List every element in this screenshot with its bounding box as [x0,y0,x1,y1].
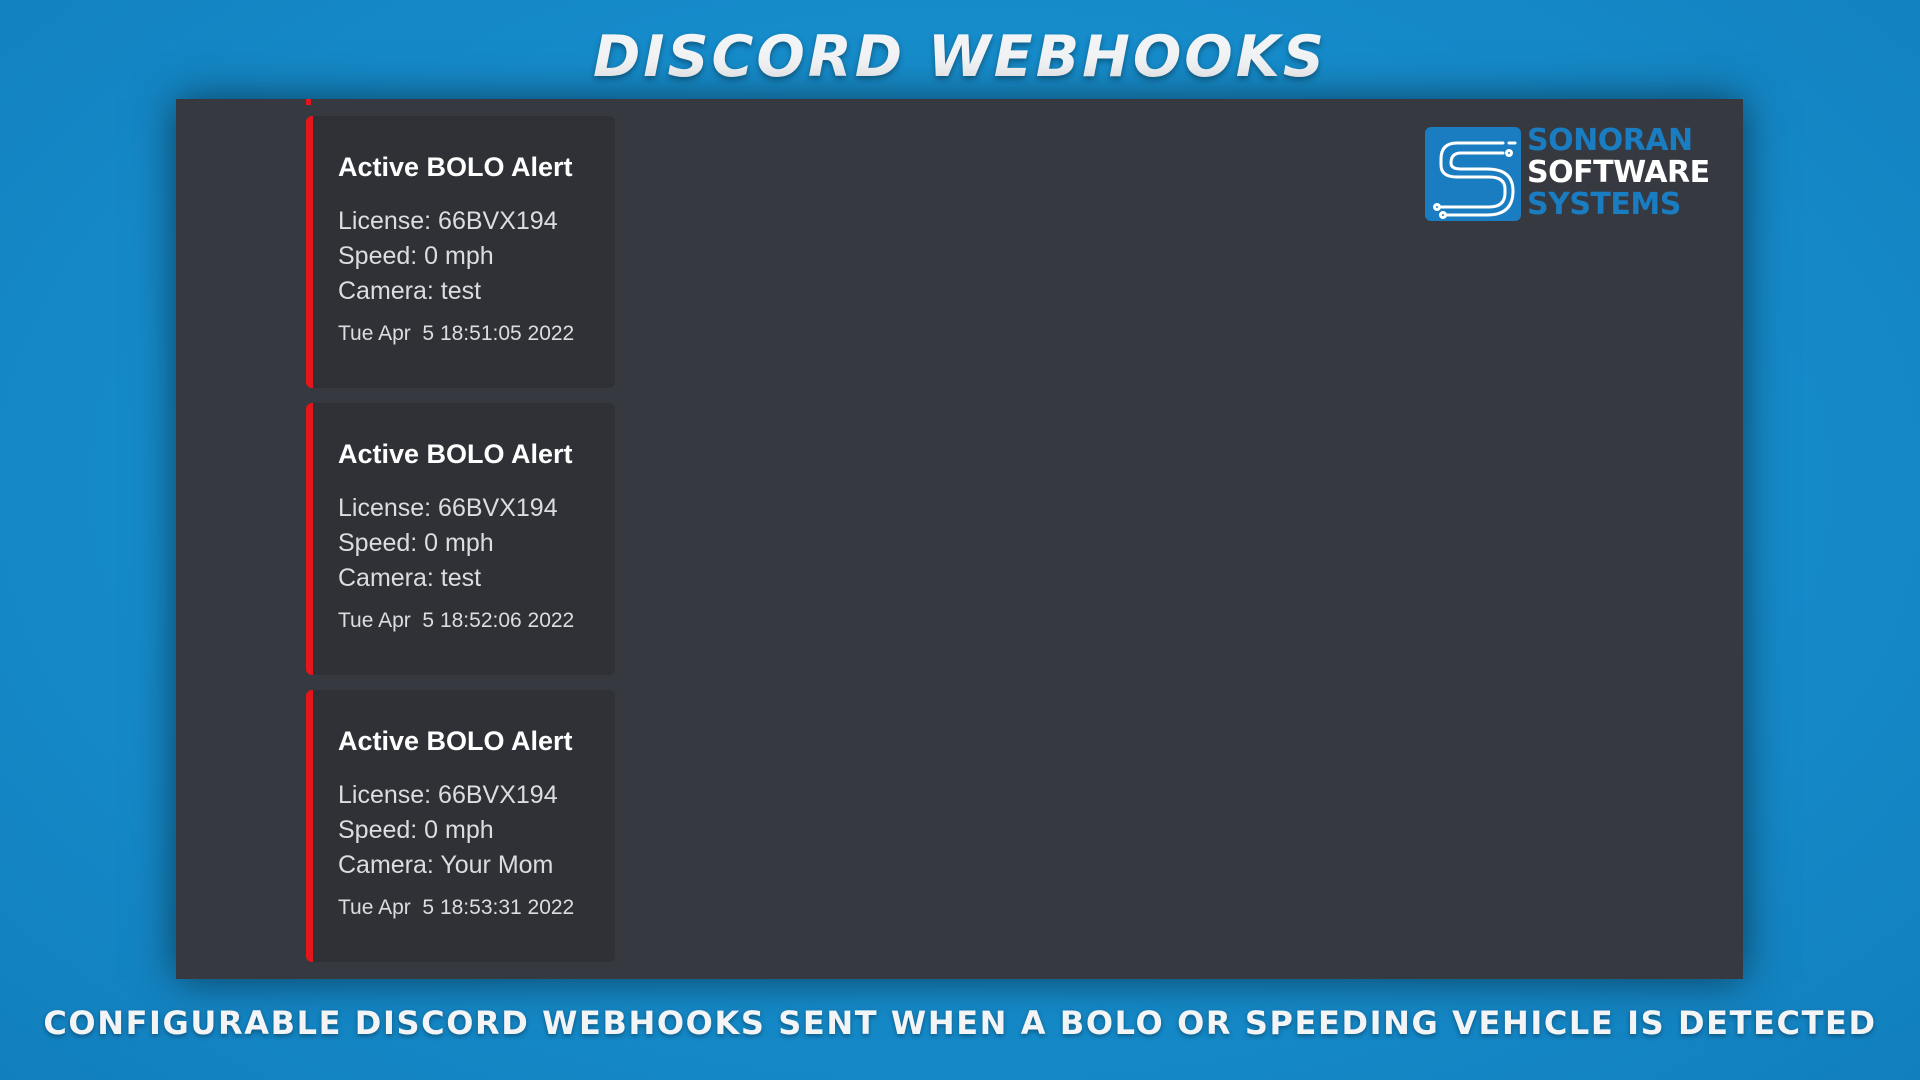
banner-subtitle: CONFIGURABLE DISCORD WEBHOOKS SENT WHEN … [43,1004,1877,1042]
embed-speed: Speed: 0 mph [338,816,494,844]
embed-description: License: 66BVX194 Speed: 0 mph Camera: t… [338,204,605,309]
embed-description: License: 66BVX194 Speed: 0 mph Camera: Y… [338,778,605,883]
banner-title: DISCORD WEBHOOKS [592,24,1327,90]
previous-embed-accent-bar [306,99,311,105]
embed-license: License: 66BVX194 [338,494,558,522]
embed-camera: Camera: test [338,564,482,592]
embed-timestamp: Tue Apr 5 18:53:31 2022 [338,896,575,919]
bolo-alert-embed: Active BOLO Alert License: 66BVX194 Spee… [306,116,615,388]
embed-timestamp: Tue Apr 5 18:52:06 2022 [338,609,575,632]
logo-wordmark: SONORAN SOFTWARE SYSTEMS [1527,125,1710,221]
sonoran-software-logo: SONORAN SOFTWARE SYSTEMS [1425,125,1725,225]
embed-license: License: 66BVX194 [338,207,558,235]
embed-camera: Camera: Your Mom [338,851,554,879]
logo-line-software: SOFTWARE [1527,155,1710,190]
embed-description: License: 66BVX194 Speed: 0 mph Camera: t… [338,491,605,596]
embed-title: Active BOLO Alert [338,726,573,756]
embed-title: Active BOLO Alert [338,152,573,182]
embed-title: Active BOLO Alert [338,439,573,469]
discord-channel-screenshot: Active BOLO Alert License: 66BVX194 Spee… [176,99,1743,979]
logo-line-systems: SYSTEMS [1527,187,1681,222]
embed-speed: Speed: 0 mph [338,529,494,557]
embed-license: License: 66BVX194 [338,781,558,809]
embed-speed: Speed: 0 mph [338,242,494,270]
logo-line-sonoran: SONORAN [1527,123,1693,158]
sonoran-s-circuit-icon [1425,127,1521,221]
embed-timestamp: Tue Apr 5 18:51:05 2022 [338,322,575,345]
bolo-alert-embed: Active BOLO Alert License: 66BVX194 Spee… [306,690,615,962]
bolo-alert-embed: Active BOLO Alert License: 66BVX194 Spee… [306,403,615,675]
embed-camera: Camera: test [338,277,482,305]
